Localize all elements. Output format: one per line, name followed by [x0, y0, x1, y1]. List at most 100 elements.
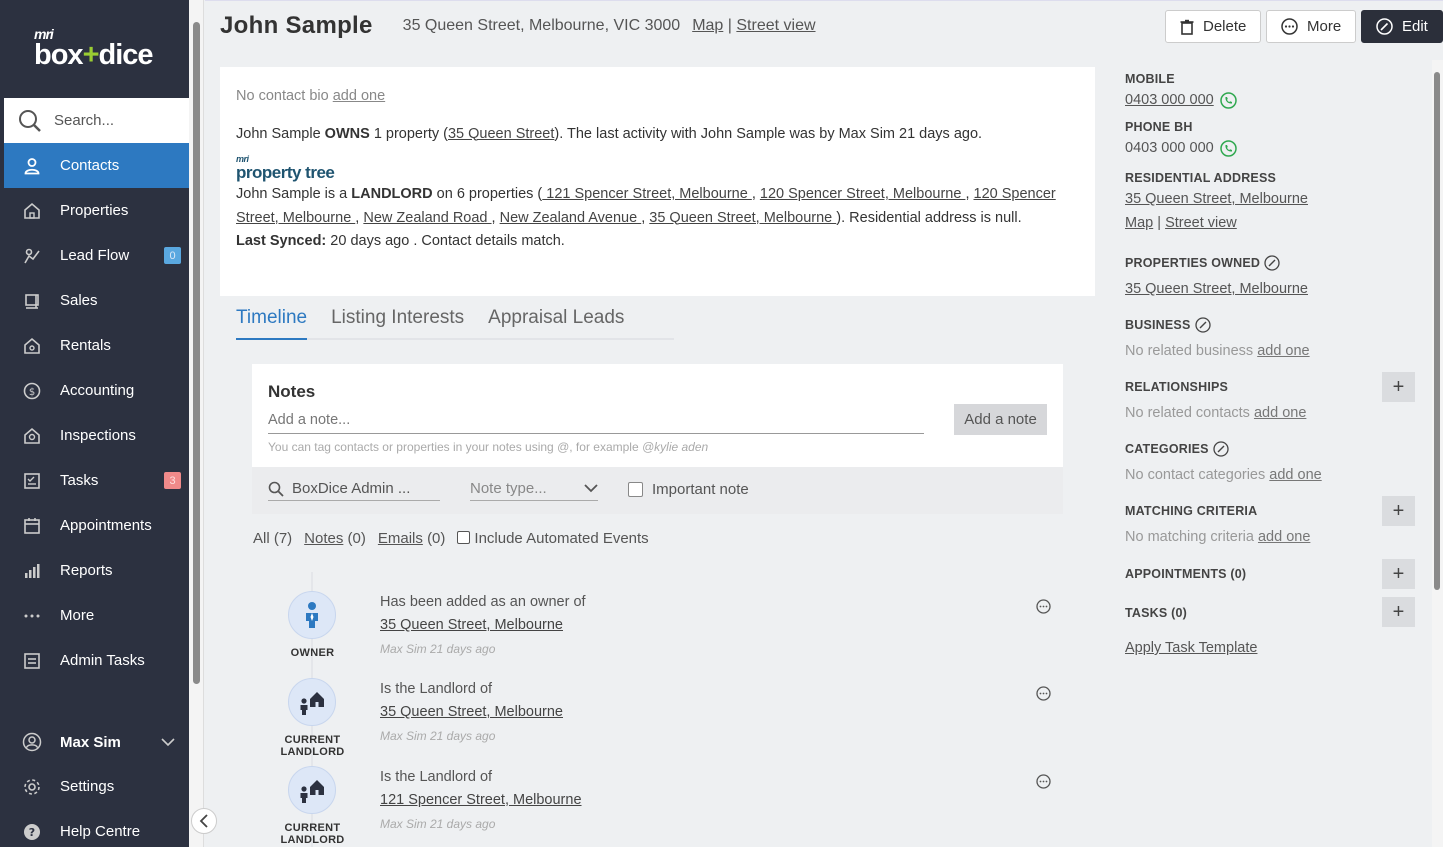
- filter-emails-link[interactable]: Emails: [378, 530, 423, 547]
- sidebar-item-inspections[interactable]: Inspections: [0, 413, 189, 458]
- landlord-property-link[interactable]: New Zealand Road: [363, 210, 491, 226]
- note-options-bar: BoxDice Admin ... Note type... Important…: [252, 467, 1063, 514]
- sidebar-item-settings[interactable]: Settings: [0, 764, 189, 809]
- phone-bh-label: PHONE BH: [1125, 120, 1193, 134]
- sidebar-item-properties[interactable]: Properties: [0, 188, 189, 233]
- note-user-select[interactable]: BoxDice Admin ...: [268, 477, 440, 501]
- timeline-content: Is the Landlord of 35 Queen Street, Melb…: [380, 678, 563, 748]
- phone-icon[interactable]: [1219, 139, 1237, 157]
- business-label: BUSINESS: [1125, 316, 1310, 334]
- note-input[interactable]: Add a note...: [268, 412, 924, 434]
- residential-address-link[interactable]: 35 Queen Street, Melbourne: [1125, 187, 1308, 211]
- timeline-property-link[interactable]: 35 Queen Street, Melbourne: [380, 617, 563, 633]
- delete-button[interactable]: Delete: [1165, 10, 1262, 43]
- tab-appraisal-leads[interactable]: Appraisal Leads: [488, 307, 624, 340]
- phone-bh-value[interactable]: 0403 000 000: [1125, 136, 1214, 160]
- collapse-sidebar-button[interactable]: [191, 808, 217, 834]
- sidebar-item-help[interactable]: ? Help Centre: [0, 809, 189, 847]
- phone-icon[interactable]: [1219, 91, 1237, 109]
- owned-property-link[interactable]: 35 Queen Street: [448, 126, 554, 142]
- logo-text: box+dice: [34, 39, 154, 71]
- scrollbar-thumb[interactable]: [193, 22, 200, 684]
- filter-notes[interactable]: Notes (0): [304, 530, 366, 547]
- edit-button[interactable]: Edit: [1361, 10, 1443, 43]
- sidebar-item-lead-flow[interactable]: Lead Flow 0: [0, 233, 189, 278]
- edit-icon[interactable]: [1264, 255, 1280, 271]
- add-task-button[interactable]: +: [1382, 597, 1415, 627]
- add-appointment-button[interactable]: +: [1382, 559, 1415, 589]
- residential-map-link[interactable]: Map: [1125, 211, 1153, 235]
- inspections-icon: [22, 426, 42, 446]
- add-matching-criteria-link[interactable]: add one: [1258, 529, 1310, 545]
- sidebar-item-tasks[interactable]: Tasks 3: [0, 458, 189, 503]
- add-category-link[interactable]: add one: [1269, 467, 1321, 483]
- filter-emails[interactable]: Emails (0): [378, 530, 446, 547]
- edit-icon[interactable]: [1213, 441, 1229, 457]
- landlord-property-link[interactable]: 120 Spencer Street, Melbourne: [760, 186, 966, 202]
- apply-task-template-link[interactable]: Apply Task Template: [1125, 636, 1257, 660]
- user-menu[interactable]: Max Sim: [0, 720, 189, 764]
- timeline-property-link[interactable]: 35 Queen Street, Melbourne: [380, 704, 563, 720]
- sidebar-item-accounting[interactable]: $ Accounting: [0, 368, 189, 413]
- important-note-toggle[interactable]: Important note: [628, 481, 749, 498]
- sidebar: mri box+dice Search... Contacts Properti…: [0, 0, 189, 847]
- hint-example: @kylie aden: [641, 440, 709, 454]
- add-matching-criteria-button[interactable]: +: [1382, 496, 1415, 526]
- sidebar-item-contacts[interactable]: Contacts: [4, 143, 189, 188]
- automated-events-checkbox[interactable]: [457, 531, 471, 544]
- filter-all[interactable]: All (7): [253, 530, 292, 547]
- appointments-section: APPOINTMENTS (0): [1125, 565, 1246, 583]
- tab-timeline[interactable]: Timeline: [236, 307, 308, 340]
- landlord-property-link[interactable]: 121 Spencer Street, Melbourne: [542, 186, 752, 202]
- sidebar-item-admin-tasks[interactable]: Admin Tasks: [0, 638, 189, 683]
- scrollbar-thumb[interactable]: [1434, 72, 1440, 590]
- residential-street-view-link[interactable]: Street view: [1165, 211, 1237, 235]
- sidebar-item-reports[interactable]: Reports: [0, 548, 189, 593]
- chevron-left-icon: [199, 814, 208, 828]
- timeline-item: OWNER Has been added as an owner of 35 Q…: [252, 591, 1062, 671]
- brand-logo[interactable]: mri box+dice: [0, 0, 189, 98]
- sidebar-item-sales[interactable]: Sales: [0, 278, 189, 323]
- map-link[interactable]: Map: [692, 17, 723, 34]
- important-note-checkbox[interactable]: [628, 482, 643, 497]
- timeline-property-link[interactable]: 121 Spencer Street, Melbourne: [380, 792, 582, 808]
- search-box[interactable]: Search...: [4, 98, 189, 143]
- timeline-meta: Max Sim 21 days ago: [380, 817, 496, 831]
- no-bio-text: No contact bio: [236, 88, 329, 104]
- search-input[interactable]: Search...: [54, 112, 114, 129]
- add-relationship-button[interactable]: +: [1382, 372, 1415, 402]
- matching-criteria-label: MATCHING CRITERIA: [1125, 504, 1258, 518]
- sidebar-item-rentals[interactable]: Rentals: [0, 323, 189, 368]
- bio-line: No contact bio add one: [236, 85, 1079, 109]
- delete-label: Delete: [1203, 18, 1247, 35]
- mobile-link[interactable]: 0403 000 000: [1125, 88, 1214, 112]
- add-bio-link[interactable]: add one: [333, 88, 385, 104]
- add-relationship-link[interactable]: add one: [1254, 405, 1306, 421]
- add-note-button[interactable]: Add a note: [954, 404, 1047, 435]
- street-view-link[interactable]: Street view: [736, 17, 815, 34]
- tab-listing-interests[interactable]: Listing Interests: [331, 307, 464, 340]
- bar-chart-icon: [22, 561, 42, 581]
- sidebar-item-label: Sales: [60, 292, 98, 309]
- filter-notes-link[interactable]: Notes: [304, 530, 343, 547]
- note-type-select[interactable]: Note type...: [470, 477, 598, 501]
- owns-keyword: OWNS: [324, 125, 370, 142]
- landlord-property-link[interactable]: New Zealand Avenue: [500, 210, 642, 226]
- edit-icon[interactable]: [1194, 317, 1211, 333]
- main-scrollbar[interactable]: [1432, 60, 1443, 847]
- important-note-label: Important note: [652, 481, 749, 498]
- ellipsis-circle-icon[interactable]: [1036, 774, 1051, 789]
- owned-property-link[interactable]: 35 Queen Street, Melbourne: [1125, 277, 1308, 301]
- add-business-link[interactable]: add one: [1257, 343, 1309, 359]
- edit-icon: [1376, 18, 1393, 35]
- sidebar-item-appointments[interactable]: Appointments: [0, 503, 189, 548]
- landlord-property-link[interactable]: 35 Queen Street, Melbourne: [649, 210, 836, 226]
- sidebar-scrollbar[interactable]: [189, 0, 204, 847]
- last-activity-text: ). The last activity with John Sample wa…: [554, 125, 983, 142]
- ellipsis-circle-icon[interactable]: [1036, 686, 1051, 701]
- ellipsis-circle-icon: [1281, 18, 1298, 35]
- ellipsis-circle-icon[interactable]: [1036, 599, 1051, 614]
- sidebar-item-more[interactable]: More: [0, 593, 189, 638]
- mobile-section: MOBILE 0403 000 000: [1125, 70, 1237, 112]
- more-button[interactable]: More: [1266, 10, 1357, 43]
